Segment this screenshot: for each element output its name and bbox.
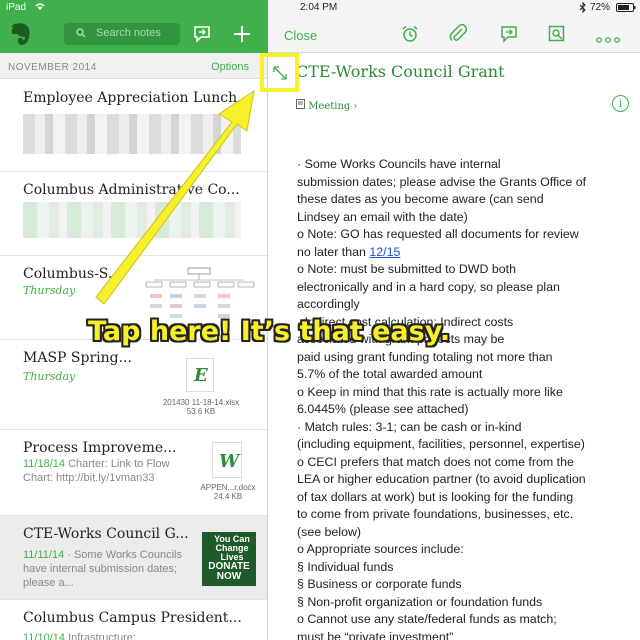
more-options-icon[interactable] (596, 30, 620, 48)
note-date: Thursday (23, 370, 76, 383)
notebook-label: Meeting (308, 101, 351, 112)
note-title: MASP Spring... (23, 350, 132, 366)
chevron-right-icon: › (353, 101, 358, 112)
notebook-icon (296, 99, 308, 112)
search-input[interactable]: Search notes (64, 23, 180, 45)
excel-file-icon: E (186, 358, 214, 392)
work-chat-icon[interactable] (193, 25, 211, 48)
blurred-snippet (23, 202, 241, 238)
month-header: NOVEMBER 2014 Options (0, 53, 268, 79)
attachment-caption: APPEN...r.docx 24.4 KB (200, 483, 256, 501)
word-file-icon: W (212, 442, 242, 478)
list-item[interactable]: MASP Spring... Thursday E 201430 11-18-1… (0, 340, 268, 430)
list-item[interactable]: Process Improveme... 11/18/14 Charter: L… (0, 430, 268, 516)
note-title: CTE-Works Council G... (23, 526, 189, 542)
list-item[interactable]: Columbus Administrative Co... (0, 172, 268, 256)
donate-thumbnail: You Can Change Lives DONATE NOW (202, 532, 256, 586)
bluetooth-icon (579, 1, 587, 16)
reminder-alarm-icon[interactable] (401, 25, 419, 48)
list-item[interactable]: Employee Appreciation Lunch (0, 80, 268, 172)
carrier-label: iPad (6, 2, 27, 13)
note-snippet: 11/10/14 Infrastructure: (23, 632, 136, 640)
battery-icon (616, 3, 636, 15)
note-title: Columbus Campus President... (23, 610, 242, 626)
note-title: Process Improveme... (23, 440, 177, 456)
sidebar-header: iPad Search notes (0, 0, 268, 53)
close-button[interactable]: Close (284, 28, 317, 43)
note-title: Employee Appreciation Lunch (23, 90, 238, 106)
note-title-heading[interactable]: CTE-Works Council Grant (296, 62, 505, 81)
share-icon[interactable] (500, 25, 518, 48)
note-body[interactable]: · Some Works Councils have internal subm… (297, 156, 619, 640)
blurred-snippet (23, 114, 241, 154)
new-note-icon[interactable] (233, 25, 251, 48)
battery-percent: 72% (590, 2, 611, 13)
list-item[interactable]: Columbus Campus President... 11/10/14 In… (0, 600, 268, 640)
note-snippet: 11/11/14 · Some Works Councils have inte… (23, 549, 182, 589)
evernote-logo-icon[interactable] (10, 22, 32, 46)
note-date: Thursday (23, 284, 76, 297)
options-button[interactable]: Options (211, 61, 249, 73)
notebook-selector[interactable]: Meeting › (296, 99, 358, 112)
note-title: Columbus Administrative Co... (23, 182, 240, 198)
attachment-caption: 201430 11-18-14.xlsx 53.6 KB (162, 398, 240, 416)
search-placeholder: Search notes (96, 27, 161, 39)
month-label: NOVEMBER 2014 (8, 62, 97, 73)
annotation-callout: Tap here! It’s that easy. (88, 316, 451, 347)
note-toolbar: 2:04 PM 72% (268, 0, 640, 53)
wifi-icon (34, 2, 46, 14)
date-link[interactable]: 12/15 (369, 245, 400, 259)
status-time: 2:04 PM (300, 2, 338, 13)
info-icon[interactable]: i (612, 95, 629, 112)
search-icon (76, 28, 86, 38)
attachment-paperclip-icon[interactable] (449, 23, 468, 49)
expand-highlight-box (260, 53, 299, 92)
note-snippet: 11/18/14 Charter: Link to Flow Chart: ht… (23, 458, 170, 484)
presentation-search-icon[interactable] (548, 25, 566, 48)
note-title: Columbus-S... (23, 266, 122, 282)
